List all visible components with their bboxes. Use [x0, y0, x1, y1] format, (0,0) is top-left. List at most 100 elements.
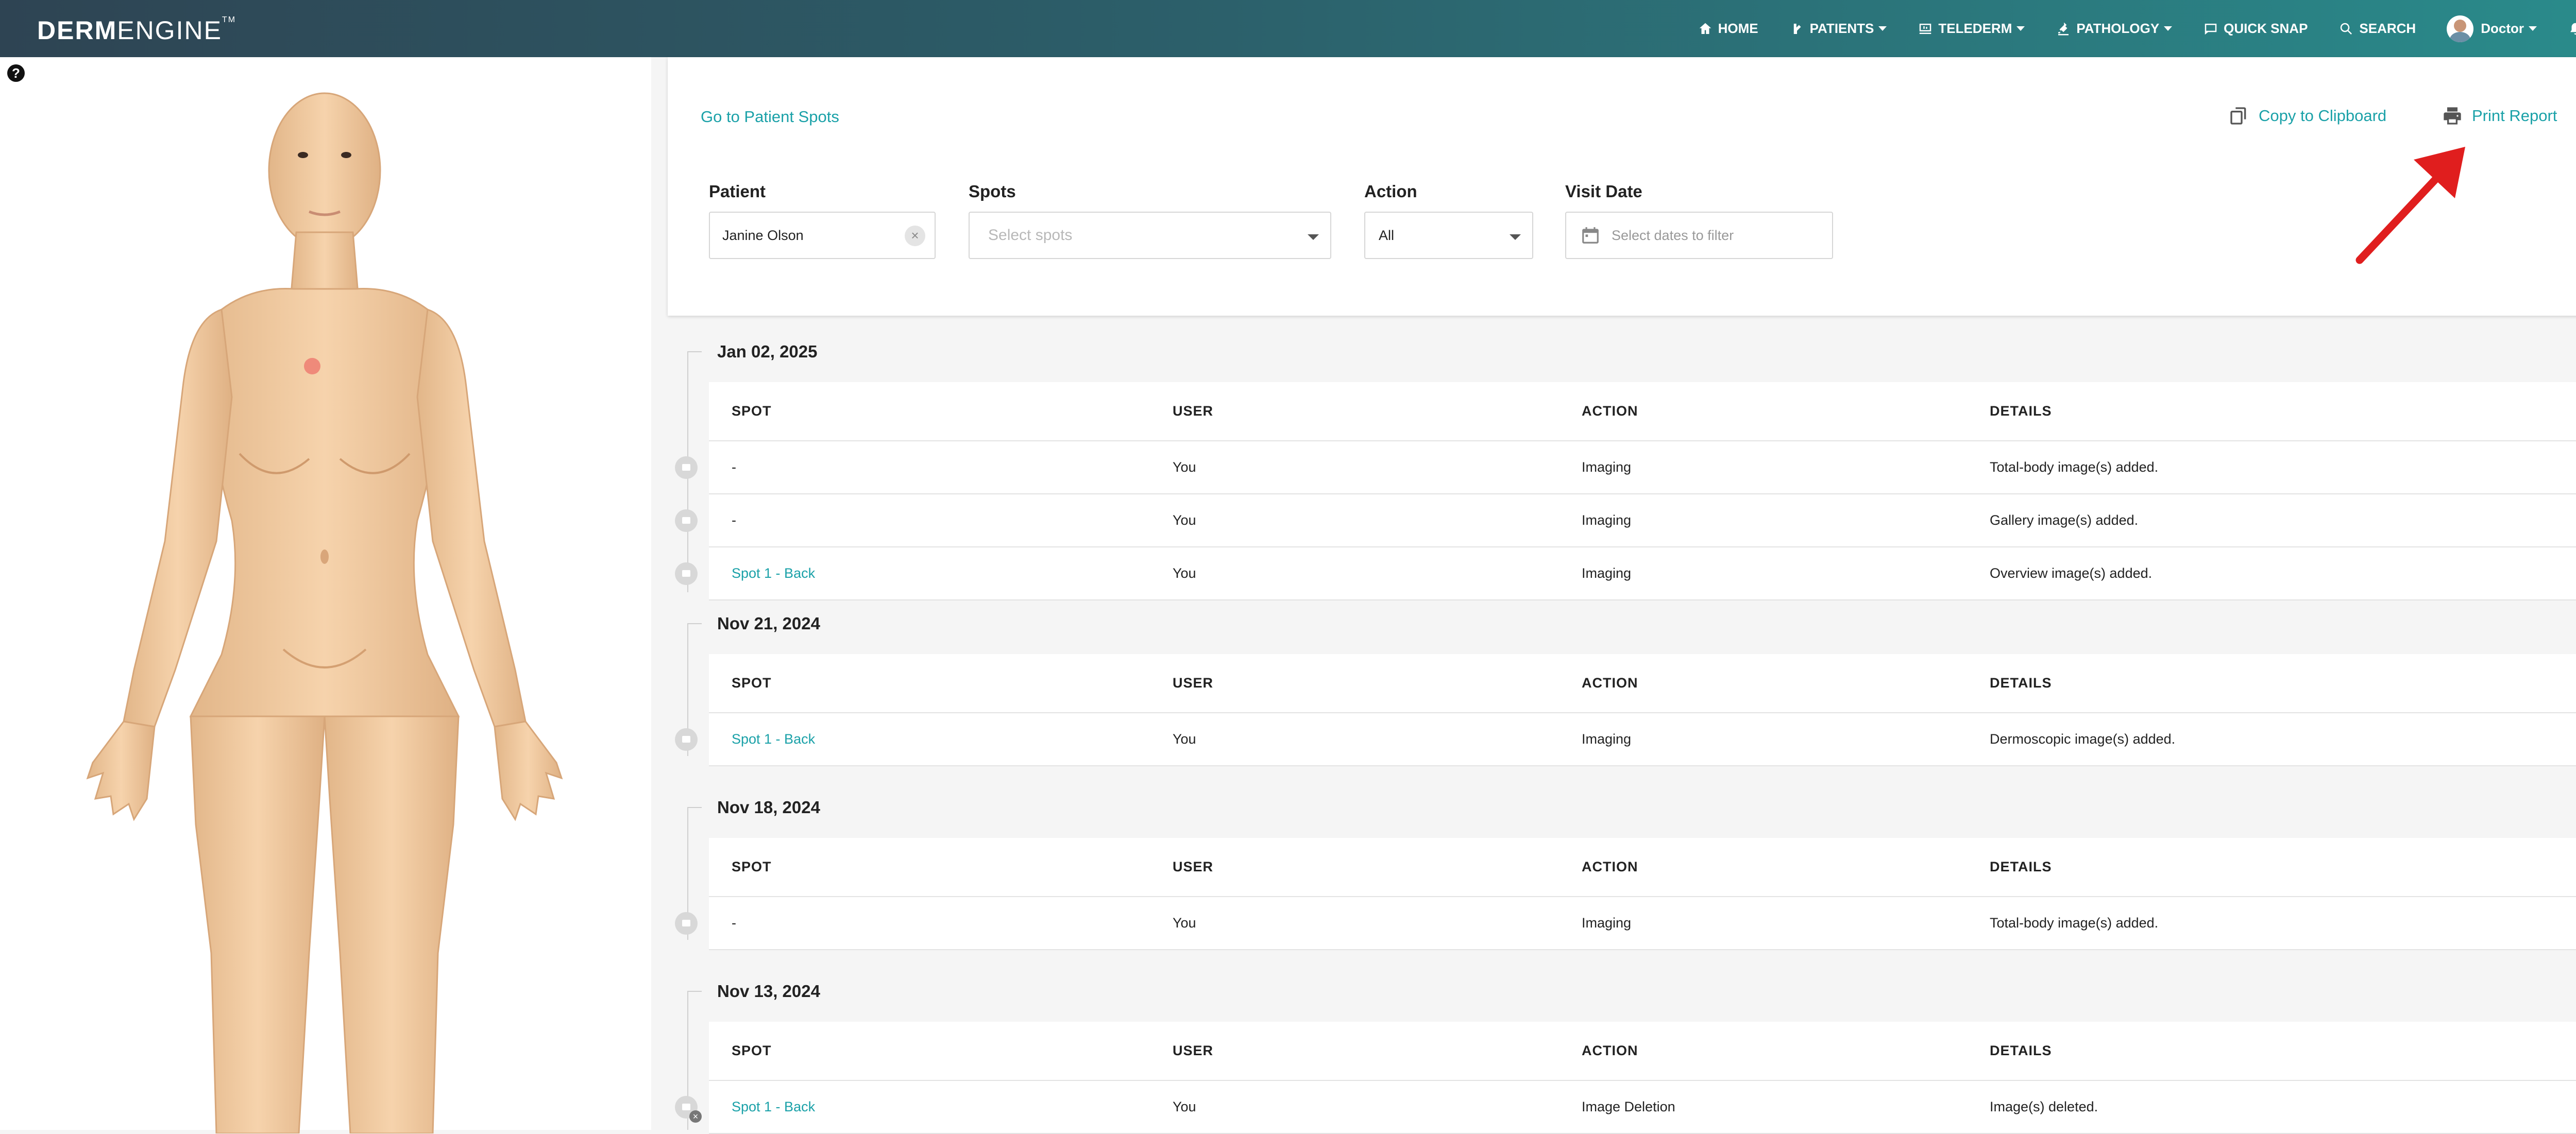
search-icon	[2341, 23, 2352, 35]
table-row: Spot 1 - Back You Imaging Dermoscopic im…	[675, 713, 2576, 766]
body-map-panel: ?	[0, 57, 651, 1133]
nav-quick-snap-label: QUICK SNAP	[2224, 21, 2308, 36]
delete-badge-icon: ×	[689, 1110, 702, 1123]
copy-to-clipboard-label: Copy to Clipboard	[2259, 107, 2387, 125]
clear-icon[interactable]: ×	[905, 226, 925, 246]
timeline-group: Nov 13, 2024 SPOT USER ACTION DETAILS × …	[668, 964, 2576, 1134]
visit-date-picker[interactable]: Select dates to filter	[1565, 212, 1833, 259]
copy-to-clipboard-button[interactable]: Copy to Clipboard	[2229, 106, 2386, 126]
row-spot: -	[732, 915, 736, 931]
action-select[interactable]: All	[1364, 212, 1533, 259]
column-header-spot: SPOT	[732, 859, 772, 874]
timeline-group: Nov 18, 2024 SPOT USER ACTION DETAILS - …	[668, 780, 2576, 950]
row-action: Imaging	[1582, 565, 1632, 581]
nav-patients-label: PATIENTS	[1809, 21, 1874, 36]
row-details: Image(s) deleted.	[1990, 1099, 2098, 1114]
print-report-button[interactable]: Print Report	[2442, 106, 2557, 126]
eye-left	[298, 152, 308, 158]
timeline-branch	[687, 623, 702, 624]
action-field-label: Action	[1364, 182, 1417, 201]
annotation-arrow-icon	[2355, 147, 2465, 264]
top-navigation-bar: DERMENGINETM HOME PATIENTS TELEDERM PATH…	[0, 0, 2576, 57]
nav-menu: HOME PATIENTS TELEDERM PATHOLOGY QUICK S…	[1698, 0, 2576, 57]
spot-marker[interactable]	[304, 358, 320, 374]
table-row: - You Imaging Total-body image(s) added.	[675, 897, 2576, 950]
column-header-user: USER	[1173, 859, 1214, 874]
patient-select-value: Janine Olson	[722, 227, 804, 243]
timeline-branch	[687, 351, 702, 352]
row-user: You	[1173, 459, 1196, 475]
history-table: SPOT USER ACTION DETAILS Spot 1 - Back Y…	[675, 654, 2576, 766]
nav-patients[interactable]: PATIENTS	[1789, 21, 1887, 37]
row-spot-link[interactable]: Spot 1 - Back	[732, 547, 815, 599]
row-action: Imaging	[1582, 512, 1632, 528]
go-to-patient-spots-link[interactable]: Go to Patient Spots	[701, 108, 839, 126]
table-row: × Spot 1 - Back You Image Deletion Image…	[675, 1081, 2576, 1134]
nav-telederm-label: TELEDERM	[1938, 21, 2012, 36]
timeline-date: Nov 18, 2024	[717, 798, 820, 817]
chevron-down-icon	[2016, 26, 2025, 31]
nav-pathology[interactable]: PATHOLOGY	[2056, 21, 2173, 37]
row-spot: -	[732, 512, 736, 528]
table-header-row: SPOT USER ACTION DETAILS	[709, 382, 2576, 441]
notifications-button[interactable]	[2568, 21, 2576, 37]
camera-icon	[675, 728, 698, 751]
row-user: You	[1173, 1099, 1196, 1114]
nav-user-menu[interactable]: Doctor	[2447, 15, 2537, 42]
body-map-figure[interactable]	[67, 78, 582, 1133]
row-user: You	[1173, 731, 1196, 747]
nav-quick-snap[interactable]: QUICK SNAP	[2203, 21, 2308, 37]
logo-trademark: TM	[222, 15, 236, 24]
quick-snap-icon	[2205, 23, 2217, 35]
patient-select[interactable]: Janine Olson ×	[709, 212, 936, 259]
row-spot-link[interactable]: Spot 1 - Back	[732, 1081, 815, 1133]
calendar-icon	[1582, 227, 1599, 244]
row-details: Dermoscopic image(s) added.	[1990, 731, 2176, 747]
bell-icon	[2570, 23, 2576, 35]
help-icon[interactable]: ?	[7, 64, 25, 82]
column-header-user: USER	[1173, 675, 1214, 691]
table-row: - You Imaging Total-body image(s) added.	[675, 441, 2576, 494]
history-table: SPOT USER ACTION DETAILS - You Imaging T…	[675, 382, 2576, 600]
timeline-date: Jan 02, 2025	[717, 342, 818, 361]
camera-icon: ×	[675, 1096, 702, 1123]
column-header-details: DETAILS	[1990, 1043, 2052, 1058]
logo-light-text: ENGINE	[117, 16, 222, 45]
row-spot: -	[732, 459, 736, 475]
row-details: Gallery image(s) added.	[1990, 512, 2139, 528]
column-header-spot: SPOT	[732, 675, 772, 691]
nav-home[interactable]: HOME	[1698, 21, 1758, 37]
column-header-details: DETAILS	[1990, 675, 2052, 691]
table-header-row: SPOT USER ACTION DETAILS	[709, 654, 2576, 713]
table-header-row: SPOT USER ACTION DETAILS	[709, 838, 2576, 897]
chevron-down-icon	[1510, 234, 1521, 240]
spots-select[interactable]: Select spots	[969, 212, 1331, 259]
spots-field-label: Spots	[969, 182, 1016, 201]
column-header-action: ACTION	[1582, 859, 1638, 874]
column-header-action: ACTION	[1582, 1043, 1638, 1058]
dermengine-logo[interactable]: DERMENGINETM	[37, 15, 236, 45]
row-details: Total-body image(s) added.	[1990, 915, 2159, 931]
visit-date-field-label: Visit Date	[1565, 182, 1642, 201]
row-action: Imaging	[1582, 731, 1632, 747]
row-user: You	[1173, 512, 1196, 528]
printer-icon	[2444, 107, 2461, 125]
nav-telederm[interactable]: TELEDERM	[1918, 21, 2025, 37]
camera-icon	[675, 562, 698, 585]
filter-card: Go to Patient Spots Copy to Clipboard Pr…	[668, 57, 2576, 316]
column-header-spot: SPOT	[732, 403, 772, 419]
camera-icon	[675, 509, 698, 532]
table-row: - You Imaging Gallery image(s) added.	[675, 494, 2576, 547]
nav-search[interactable]: SEARCH	[2338, 21, 2416, 37]
row-details: Total-body image(s) added.	[1990, 459, 2159, 475]
spots-select-placeholder: Select spots	[988, 227, 1073, 244]
pathology-icon	[2058, 22, 2069, 35]
timeline-group: Nov 21, 2024 SPOT USER ACTION DETAILS Sp…	[668, 596, 2576, 766]
column-header-action: ACTION	[1582, 675, 1638, 691]
visit-date-placeholder: Select dates to filter	[1612, 227, 1734, 243]
timeline-branch	[687, 991, 702, 992]
row-spot-link[interactable]: Spot 1 - Back	[732, 713, 815, 765]
table-row: Spot 1 - Back You Imaging Overview image…	[675, 547, 2576, 600]
timeline-date: Nov 21, 2024	[717, 614, 820, 633]
row-action: Image Deletion	[1582, 1099, 1675, 1114]
